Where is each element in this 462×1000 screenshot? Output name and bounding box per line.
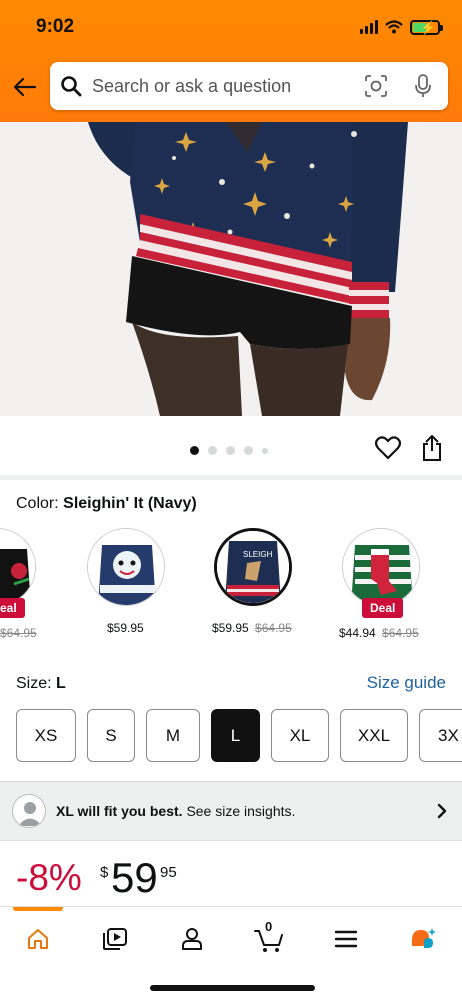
color-swatch-selected[interactable]: SLEIGH	[214, 528, 292, 606]
section-divider	[0, 475, 462, 480]
home-icon	[28, 929, 48, 949]
size-option-l[interactable]: L	[211, 709, 260, 762]
account-icon	[182, 928, 202, 950]
back-button[interactable]	[10, 72, 40, 102]
share-icon[interactable]	[420, 434, 444, 462]
size-option-3x[interactable]: 3X	[419, 709, 462, 762]
product-image[interactable]	[0, 122, 462, 416]
size-option-xl[interactable]: XL	[271, 709, 329, 762]
size-option-xxl[interactable]: XXL	[340, 709, 408, 762]
pagination-dot[interactable]	[190, 446, 199, 455]
top-header: 9:02 ⚡	[0, 0, 462, 122]
product-photo	[0, 122, 462, 416]
svg-text:SLEIGH: SLEIGH	[243, 550, 273, 559]
camera-search-icon[interactable]	[364, 74, 388, 98]
cart-count: 0	[265, 919, 273, 934]
color-label: Color:	[16, 495, 59, 512]
discount-percentage: -8%	[16, 857, 82, 898]
video-icon	[103, 928, 127, 950]
chevron-right-icon	[437, 803, 447, 819]
search-bar[interactable]	[50, 62, 448, 110]
size-guide-link[interactable]: Size guide	[367, 673, 446, 693]
image-pagination	[190, 446, 268, 455]
wifi-icon	[385, 20, 403, 34]
size-label: Size:	[16, 675, 52, 692]
menu-icon	[334, 930, 358, 948]
nav-menu[interactable]	[328, 923, 364, 955]
nav-video[interactable]	[97, 923, 133, 955]
size-selection-label: Size: L	[16, 675, 66, 693]
pagination-dot[interactable]	[262, 447, 268, 454]
signal-icon	[360, 20, 378, 34]
nav-rufus[interactable]	[405, 923, 441, 955]
avatar	[12, 794, 46, 828]
color-selection-label: Color: Sleighin' It (Navy)	[16, 495, 197, 513]
search-icon	[61, 76, 82, 97]
rufus-assistant-icon	[412, 928, 436, 948]
swatch-price: $59.95	[107, 621, 144, 635]
back-arrow-icon	[13, 77, 37, 97]
status-time: 9:02	[36, 16, 75, 37]
color-swatch[interactable]	[342, 528, 420, 606]
pagination-dot[interactable]	[208, 446, 217, 455]
size-option-m[interactable]: M	[146, 709, 200, 762]
color-value: Sleighin' It (Navy)	[63, 495, 197, 512]
battery-icon: ⚡	[410, 19, 443, 35]
deal-badge: eal	[0, 598, 25, 618]
microphone-icon[interactable]	[413, 73, 433, 99]
product-page: 9:02 ⚡ Search or ask a question Color: S…	[0, 0, 462, 1000]
fit-message: XL will fit you best. See size insights.	[56, 803, 296, 819]
swatch-price: $59.95 $64.95	[212, 621, 292, 635]
size-option-xs[interactable]: XS	[16, 709, 76, 762]
swatch-price: $64.95	[0, 626, 37, 640]
active-tab-indicator	[13, 907, 63, 911]
color-swatch[interactable]	[87, 528, 165, 606]
size-option-s[interactable]: S	[87, 709, 135, 762]
home-indicator[interactable]	[150, 985, 315, 991]
pagination-dot[interactable]	[244, 446, 253, 455]
color-swatch[interactable]	[0, 528, 36, 606]
bottom-navigation: 0	[0, 906, 462, 966]
size-value: L	[56, 675, 66, 692]
nav-home[interactable]	[20, 923, 56, 955]
nav-cart[interactable]: 0	[251, 919, 287, 955]
status-icons: ⚡	[360, 16, 443, 38]
deal-badge: Deal	[362, 598, 404, 618]
swatch-price: $44.94 $64.95	[339, 626, 419, 640]
nav-account[interactable]	[174, 923, 210, 955]
search-input[interactable]	[92, 75, 342, 97]
fit-recommendation[interactable]: XL will fit you best. See size insights.	[0, 781, 462, 841]
pagination-dot[interactable]	[226, 446, 235, 455]
heart-icon[interactable]	[375, 436, 401, 460]
